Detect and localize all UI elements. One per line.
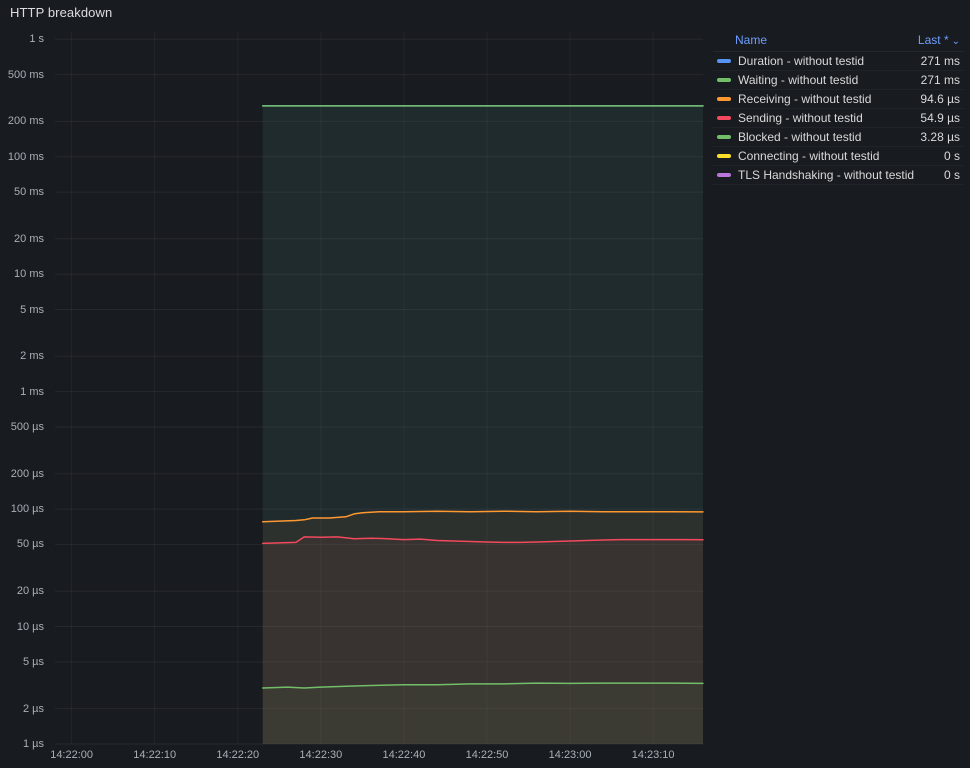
legend-row: Waiting - without testid 271 ms	[713, 71, 964, 90]
legend-last-value: 271 ms	[920, 54, 960, 68]
legend-last-header[interactable]: Last * ⌄	[918, 33, 960, 47]
legend-last-header-label: Last *	[917, 33, 949, 47]
legend-last-value: 0 s	[943, 168, 960, 182]
x-axis-label: 14:22:00	[50, 749, 94, 761]
legend-series-label[interactable]: Blocked - without testid	[738, 130, 912, 144]
legend-series-label[interactable]: Connecting - without testid	[738, 149, 936, 163]
legend-header: Name Last * ⌄	[713, 33, 964, 52]
legend-series-label[interactable]: Waiting - without testid	[738, 73, 913, 87]
legend-row: Connecting - without testid 0 s	[713, 147, 964, 166]
sort-caret-icon: ⌄	[951, 36, 960, 47]
legend-last-value: 3.28 µs	[920, 130, 960, 144]
legend-series-label[interactable]: Sending - without testid	[738, 111, 912, 125]
x-axis-label: 14:22:30	[299, 749, 343, 761]
series-color-swatch[interactable]	[717, 135, 731, 139]
x-axis-label: 14:22:50	[465, 749, 509, 761]
x-axis-label: 14:23:00	[548, 749, 592, 761]
series-color-swatch[interactable]	[717, 78, 731, 82]
legend-name-header[interactable]: Name	[735, 33, 767, 47]
legend-last-value: 0 s	[943, 149, 960, 163]
legend-row: Receiving - without testid 94.6 µs	[713, 90, 964, 109]
x-axis-label: 14:22:40	[382, 749, 426, 761]
legend-series-label[interactable]: Receiving - without testid	[738, 92, 912, 106]
x-axis-label: 14:22:20	[216, 749, 260, 761]
legend-last-value: 54.9 µs	[920, 111, 960, 125]
legend-series-label[interactable]: Duration - without testid	[738, 54, 913, 68]
legend-series-label[interactable]: TLS Handshaking - without testid	[738, 168, 936, 182]
legend-last-value: 271 ms	[920, 73, 960, 87]
legend-row: Sending - without testid 54.9 µs	[713, 109, 964, 128]
series-color-swatch[interactable]	[717, 59, 731, 63]
legend-row: TLS Handshaking - without testid 0 s	[713, 166, 964, 185]
legend-last-value: 94.6 µs	[920, 92, 960, 106]
x-axis-label: 14:23:10	[631, 749, 675, 761]
legend-body: Duration - without testid 271 ms Waiting -…	[713, 52, 964, 185]
series-color-swatch[interactable]	[717, 154, 731, 158]
legend-row: Blocked - without testid 3.28 µs	[713, 128, 964, 147]
x-axis-label: 14:22:10	[133, 749, 177, 761]
series-color-swatch[interactable]	[717, 173, 731, 177]
series-color-swatch[interactable]	[717, 116, 731, 120]
legend-table: Name Last * ⌄ Duration - without testid 27…	[713, 33, 964, 185]
series-color-swatch[interactable]	[717, 97, 731, 101]
panel-http-breakdown: HTTP breakdown 1 s 500 ms 200 ms 100 ms 50 m…	[0, 0, 970, 768]
legend-row: Duration - without testid 271 ms	[713, 52, 964, 71]
